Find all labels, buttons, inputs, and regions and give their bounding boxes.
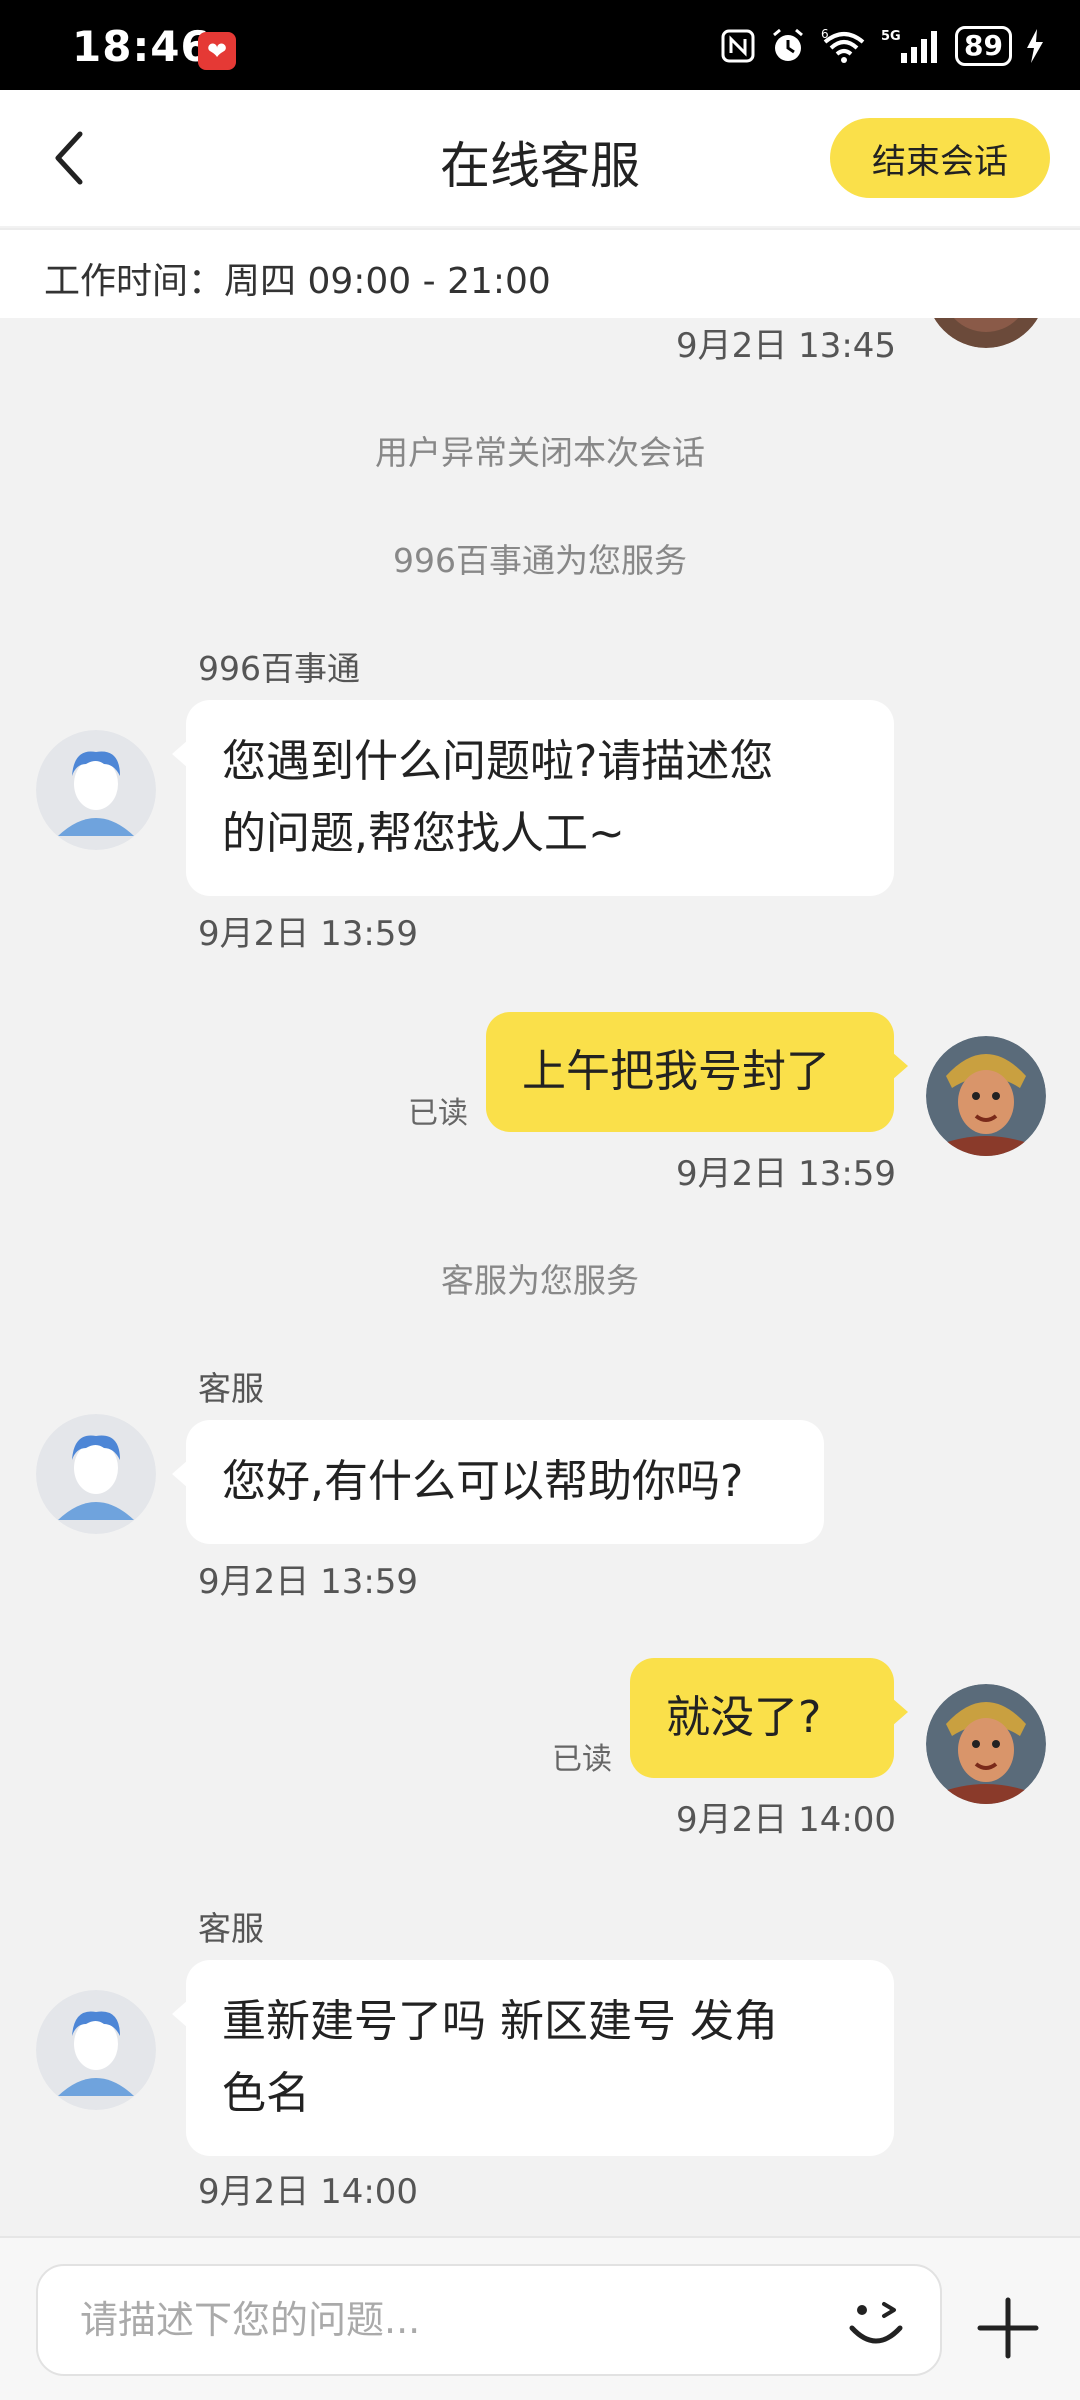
app-notification-icon: ❤	[198, 32, 236, 70]
system-notice: 用户异常关闭本次会话	[375, 433, 705, 472]
user-avatar[interactable]	[926, 1684, 1046, 1804]
message-bubble[interactable]: 重新建号了吗 新区建号 发角 色名	[172, 1960, 894, 2156]
message-text: 您好,有什么可以帮助你吗?	[222, 1456, 744, 1507]
user-avatar[interactable]	[926, 318, 1046, 348]
read-status: 已读	[408, 1096, 468, 1131]
emoji-button[interactable]	[842, 2288, 912, 2358]
message-text: 色名	[222, 2068, 310, 2119]
agent-avatar	[36, 1990, 156, 2110]
message-bubble[interactable]: 就没了?	[630, 1658, 908, 1778]
sender-name: 996百事通	[198, 649, 360, 688]
chat-history[interactable]: 9月2日 13:45 用户异常关闭本次会话 996百事通为您服务 996百事通 …	[0, 318, 1080, 2236]
message-timestamp: 9月2日 13:59	[198, 1562, 419, 1602]
end-session-button[interactable]: 结束会话	[830, 118, 1050, 198]
message-text: 的问题,帮您找人工~	[222, 808, 625, 859]
message-bubble[interactable]: 您好,有什么可以帮助你吗?	[172, 1420, 824, 1544]
svg-text:6: 6	[821, 28, 829, 41]
status-time: 18:46	[72, 22, 211, 71]
agent-avatar	[36, 730, 156, 850]
message-timestamp: 9月2日 14:00	[198, 2172, 419, 2212]
sender-name: 客服	[198, 1369, 264, 1408]
system-notice: 客服为您服务	[441, 1261, 639, 1300]
message-timestamp: 9月2日 13:59	[198, 914, 419, 954]
agent-avatar	[36, 1414, 156, 1534]
message-text: 您遇到什么问题啦?请描述您	[222, 736, 774, 787]
system-notice: 996百事通为您服务	[393, 541, 687, 580]
message-text: 重新建号了吗 新区建号 发角	[222, 1996, 778, 2047]
user-avatar[interactable]	[926, 1036, 1046, 1156]
work-hours-text: 工作时间：周四 09:00 - 21:00	[44, 261, 551, 302]
message-timestamp: 9月2日 14:00	[676, 1800, 897, 1840]
wifi-6-icon: 6	[821, 28, 867, 64]
battery-level: 89	[955, 26, 1012, 66]
status-bar: 18:46 ❤ 6 5G 89	[0, 0, 1080, 90]
message-input[interactable]	[36, 2264, 942, 2376]
add-attachment-button[interactable]	[970, 2290, 1046, 2366]
message-timestamp: 9月2日 13:45	[676, 326, 897, 366]
charging-icon	[1026, 29, 1044, 63]
message-text: 上午把我号封了	[522, 1046, 830, 1097]
message-bubble[interactable]: 您遇到什么问题啦?请描述您 的问题,帮您找人工~	[172, 700, 894, 896]
work-hours-bar: 工作时间：周四 09:00 - 21:00	[0, 228, 1080, 318]
alarm-icon	[769, 27, 807, 65]
message-input-bar	[0, 2236, 1080, 2400]
wink-emoji-icon	[849, 2302, 903, 2344]
message-bubble[interactable]: 上午把我号封了	[486, 1012, 908, 1132]
sender-name: 客服	[198, 1909, 264, 1948]
app-header: 在线客服 结束会话	[0, 90, 1080, 226]
read-status: 已读	[552, 1742, 612, 1777]
message-text: 就没了?	[666, 1692, 822, 1743]
status-icons: 6 5G 89	[721, 26, 1044, 66]
svg-text:5G: 5G	[881, 29, 901, 44]
5g-signal-icon: 5G	[881, 27, 941, 65]
message-timestamp: 9月2日 13:59	[676, 1154, 897, 1194]
plus-icon	[977, 2297, 1039, 2359]
nfc-icon	[721, 29, 755, 63]
